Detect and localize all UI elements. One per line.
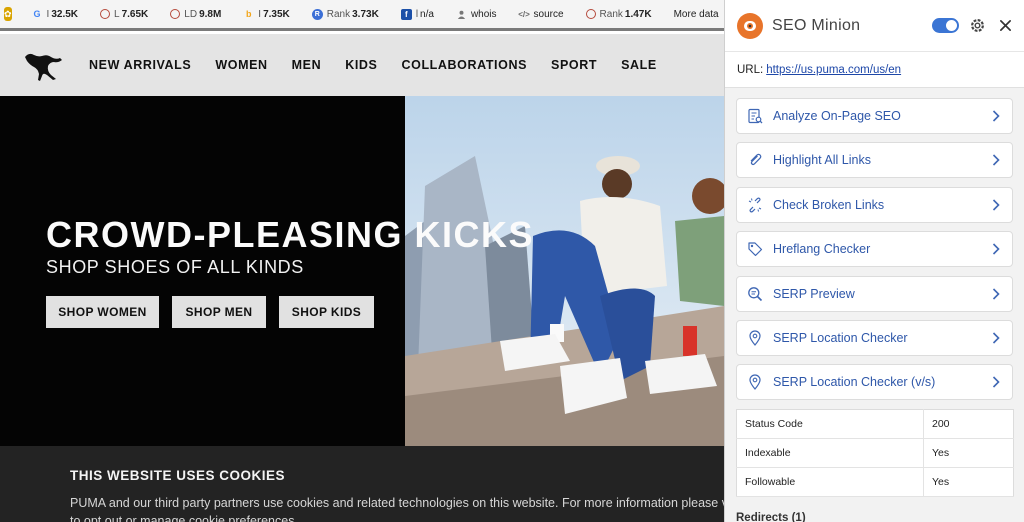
ahrefs-ld-icon (170, 9, 181, 19)
close-icon[interactable] (999, 19, 1012, 32)
shop-men-button[interactable]: SHOP MEN (172, 296, 266, 328)
paperclip-icon (750, 154, 762, 166)
chevron-right-icon (992, 243, 1000, 255)
toolbar-logo-icon[interactable]: ✿ (4, 7, 12, 21)
metric-bing-index[interactable]: b I 7.35K (243, 9, 290, 20)
cookie-text: PUMA and our third party partners use co… (70, 494, 724, 522)
hero-subtitle: SHOP SHOES OF ALL KINDS (46, 257, 304, 277)
table-row: Indexable Yes (736, 438, 1014, 468)
info-key: Indexable (736, 438, 924, 468)
serp-location-checker-button[interactable]: SERP Location Checker (736, 319, 1013, 356)
ahrefs-l-icon (100, 9, 111, 19)
chevron-right-icon (992, 287, 1000, 300)
bing-icon: b (246, 9, 252, 19)
nav-collaborations[interactable]: COLLABORATIONS (402, 58, 528, 72)
url-label: URL: (737, 63, 764, 76)
info-key: Status Code (736, 409, 924, 439)
metric-linking-domains[interactable]: LD 9.8M (170, 9, 221, 20)
nav-kids[interactable]: KIDS (345, 58, 377, 72)
chevron-right-icon (992, 154, 1000, 166)
hero-buttons: SHOP WOMEN SHOP MEN SHOP KIDS (46, 296, 387, 328)
metric-alexa-rank[interactable]: Rank 1.47K (585, 9, 652, 20)
chevron-right-icon (992, 376, 1000, 388)
page-info-table: Status Code 200 Indexable Yes Followable… (736, 408, 1014, 497)
info-value: 200 (923, 409, 1014, 439)
more-data-link[interactable]: More data (674, 9, 719, 20)
serp-preview-button[interactable]: SERP Preview (736, 275, 1013, 312)
chevron-right-icon (992, 332, 1000, 344)
metric-links[interactable]: L 7.65K (100, 9, 148, 20)
table-row: Status Code 200 (736, 409, 1014, 439)
google-icon: G (33, 9, 41, 19)
source-icon: </> (518, 9, 530, 19)
gear-icon[interactable] (969, 17, 986, 34)
analyze-on-page-seo-button[interactable]: Analyze On-Page SEO (736, 98, 1013, 134)
facebook-icon: f (400, 8, 412, 20)
nav-sale[interactable]: SALE (621, 58, 657, 72)
chevron-right-icon (992, 110, 1000, 122)
puma-logo-icon[interactable] (23, 48, 63, 82)
shop-kids-button[interactable]: SHOP KIDS (279, 296, 374, 328)
alexa-rank-icon (585, 9, 596, 19)
whois-icon (456, 9, 467, 20)
metric-google-index[interactable]: G I 32.5K (32, 9, 78, 20)
metric-source[interactable]: </> source (518, 9, 563, 20)
cookie-banner: THIS WEBSITE USES COOKIES PUMA and our t… (0, 446, 724, 522)
magnifier-icon (748, 286, 763, 301)
cookie-text-line-1: PUMA and our third party partners use co… (70, 496, 724, 510)
chevron-right-icon (992, 199, 1000, 211)
cookie-title: THIS WEBSITE USES COOKIES (70, 468, 286, 483)
nav-new-arrivals[interactable]: NEW ARRIVALS (89, 58, 191, 72)
nav-men[interactable]: MEN (292, 58, 322, 72)
location-pin-icon (749, 330, 761, 346)
check-broken-links-button[interactable]: Check Broken Links (736, 186, 1013, 223)
location-pin-icon (749, 374, 761, 391)
serp-location-checker-vs-button[interactable]: SERP Location Checker (v/s) (736, 364, 1013, 401)
hero-title: CROWD-PLEASING KICKS (46, 214, 534, 255)
seo-toolbar: ✿ G I 32.5K L 7.65K LD 9.8M b I 7.35K R … (0, 0, 724, 31)
nav-sport[interactable]: SPORT (551, 58, 597, 72)
table-row: Followable Yes (736, 467, 1014, 497)
metric-rank[interactable]: R Rank 3.73K (311, 8, 379, 20)
seo-minion-panel: SEO Minion URL: https://us.puma.com/us/e… (724, 0, 1024, 522)
current-url-link[interactable]: https://us.puma.com/us/en (766, 64, 901, 76)
panel-header: SEO Minion (725, 0, 1024, 52)
info-value: Yes (923, 438, 1014, 468)
redirects-heading[interactable]: Redirects (1) (736, 512, 806, 522)
cookie-text-line-2: to opt out or manage cookie preferences. (70, 514, 298, 522)
extension-toggle[interactable] (932, 18, 959, 33)
rank-icon: R (311, 8, 323, 20)
hero-banner[interactable]: CROWD-PLEASING KICKS SHOP SHOES OF ALL K… (0, 96, 724, 446)
analyze-page-icon (748, 108, 763, 124)
metric-whois[interactable]: whois (456, 9, 497, 20)
hreflang-checker-button[interactable]: Hreflang Checker (736, 231, 1013, 268)
panel-title: SEO Minion (772, 16, 861, 34)
site-navigation: NEW ARRIVALS WOMEN MEN KIDS COLLABORATIO… (0, 34, 724, 96)
broken-link-icon (748, 197, 762, 213)
nav-women[interactable]: WOMEN (215, 58, 267, 72)
minion-logo-icon (737, 12, 763, 39)
hero-text: CROWD-PLEASING KICKS SHOP SHOES OF ALL K… (46, 217, 534, 278)
shop-women-button[interactable]: SHOP WOMEN (46, 296, 159, 328)
url-row: URL: https://us.puma.com/us/en (725, 52, 1024, 88)
info-key: Followable (736, 467, 924, 497)
metric-facebook[interactable]: f l n/a (400, 8, 434, 20)
highlight-all-links-button[interactable]: Highlight All Links (736, 142, 1013, 179)
tag-icon (748, 242, 763, 257)
tool-list: Analyze On-Page SEO Highlight All Links … (725, 88, 1024, 401)
info-value: Yes (923, 467, 1014, 497)
